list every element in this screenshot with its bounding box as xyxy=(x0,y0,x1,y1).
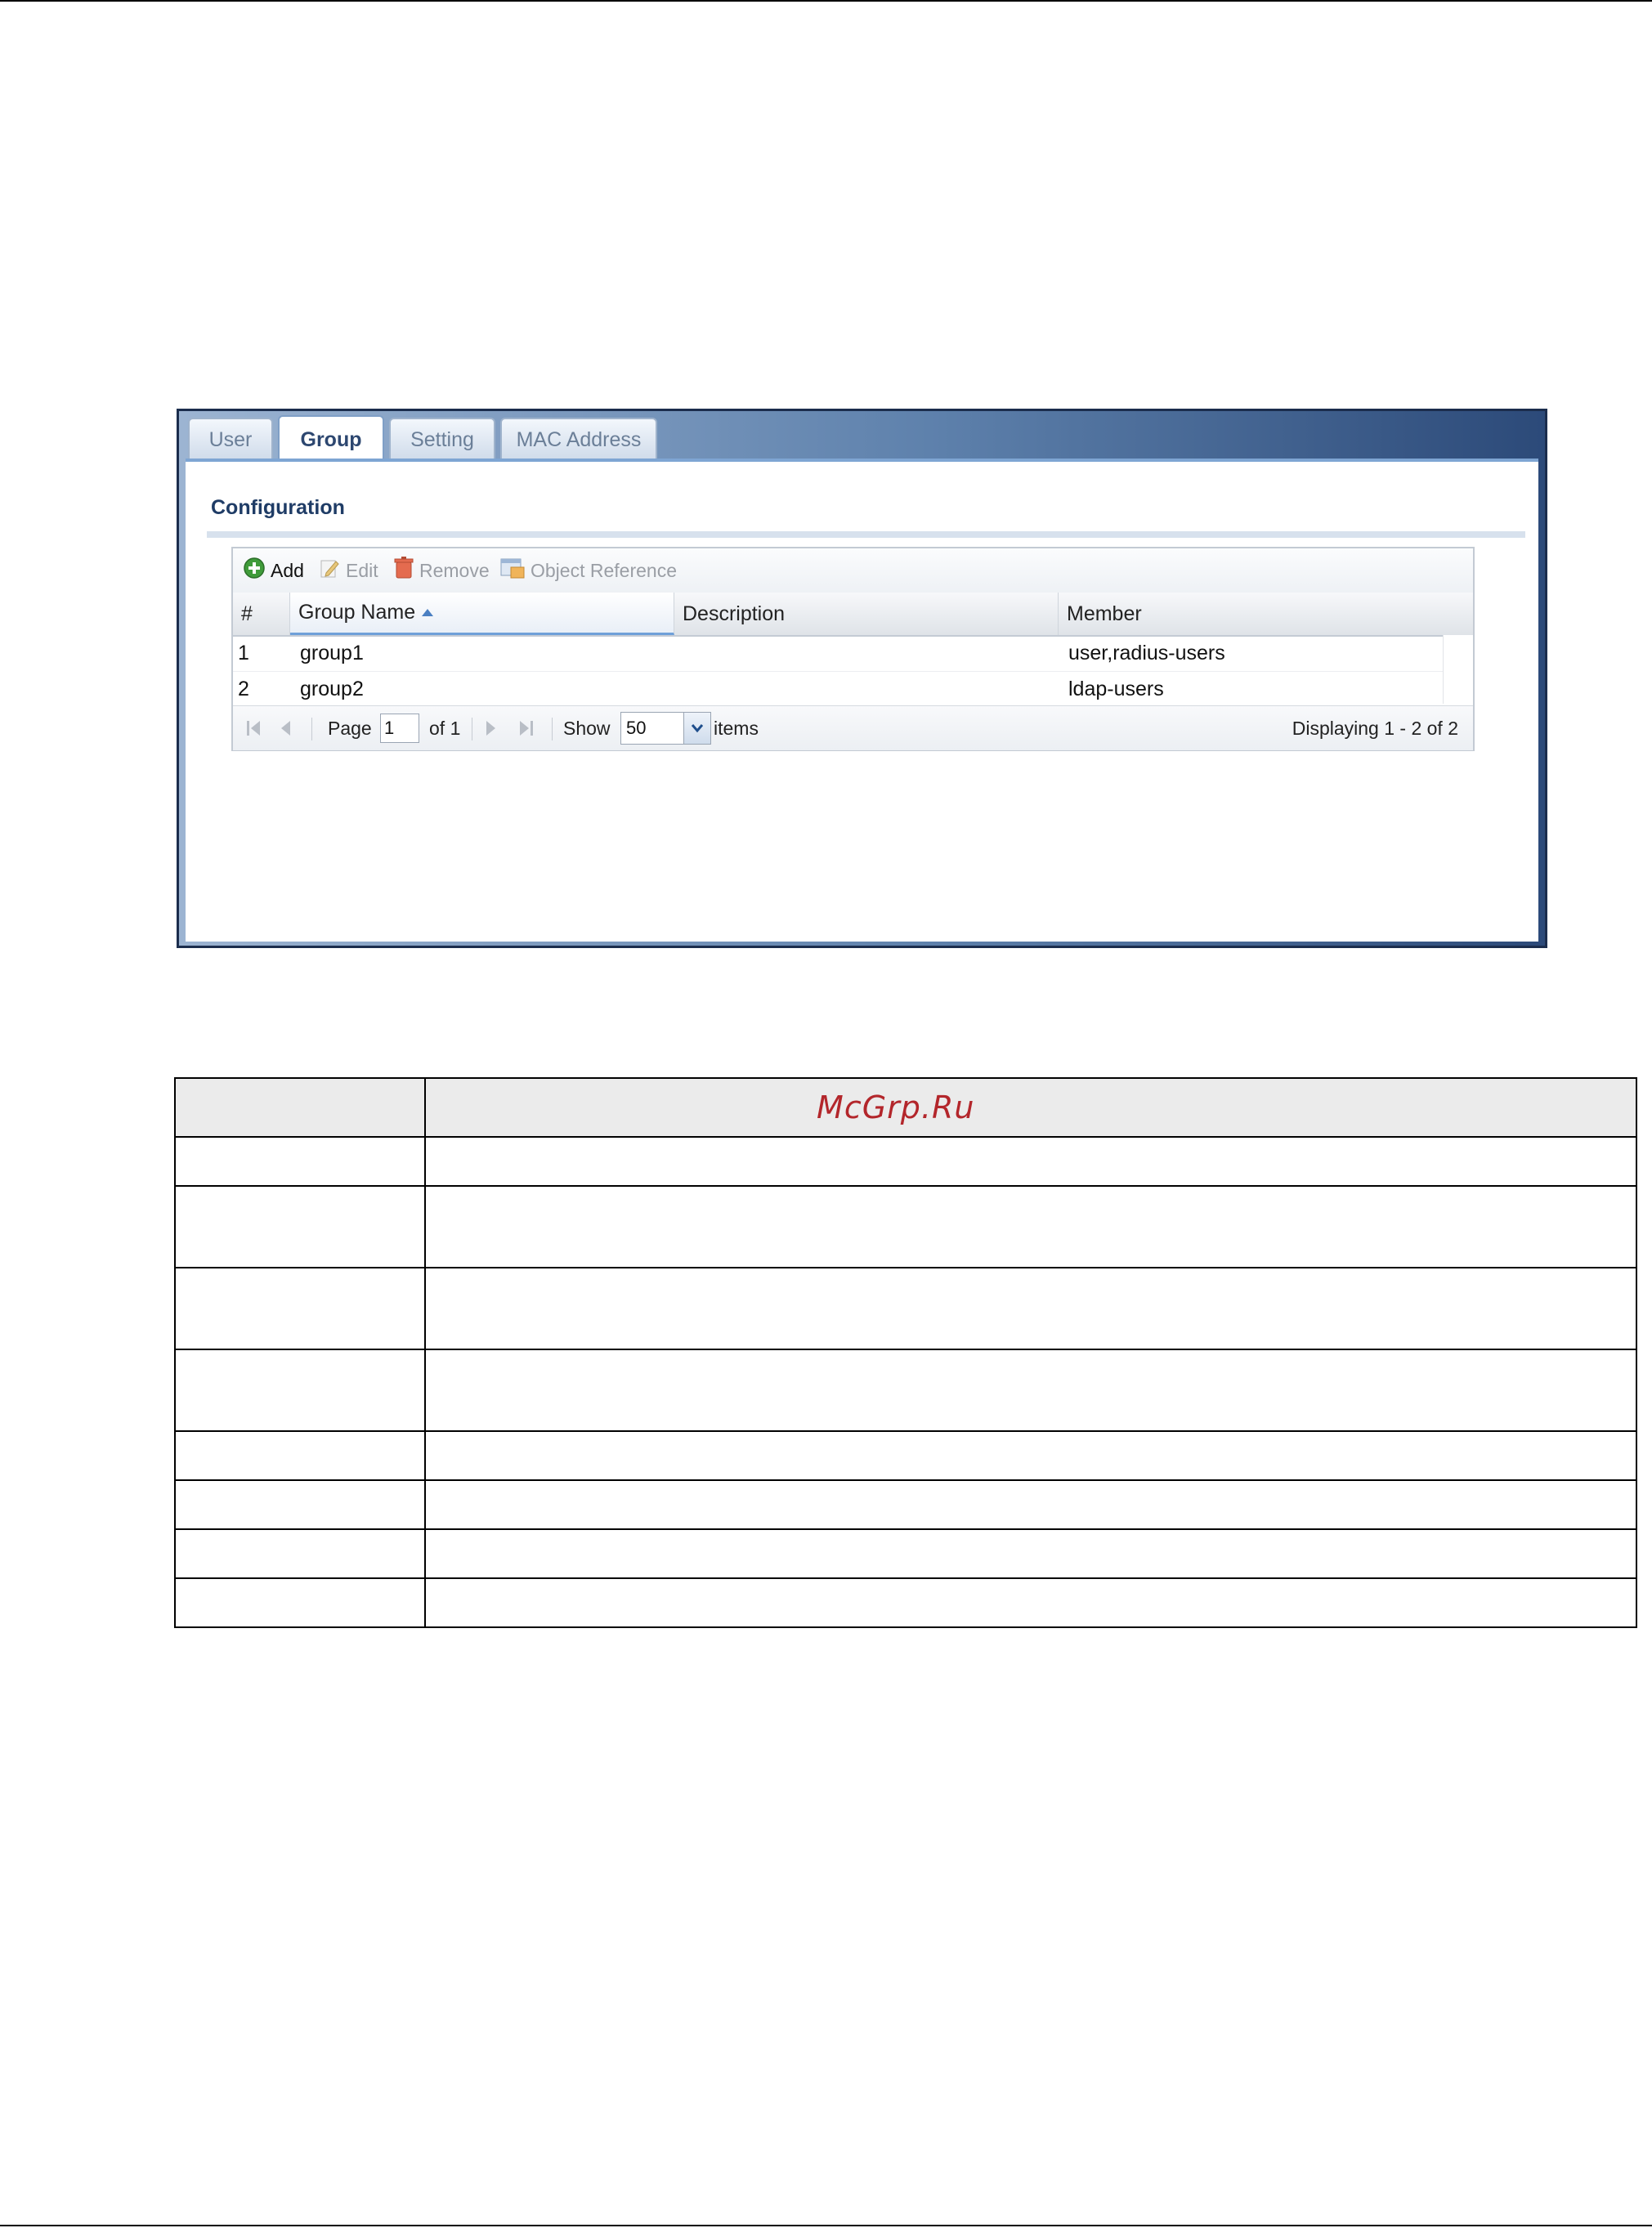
table-cell xyxy=(174,1267,426,1350)
table-cell xyxy=(174,1349,426,1432)
table-row xyxy=(174,1577,1638,1628)
column-header-description[interactable]: Description xyxy=(674,593,1059,635)
table-row[interactable]: 2 group2 ldap-users xyxy=(233,671,1444,708)
tab-group[interactable]: Group xyxy=(278,415,384,463)
pager-separator xyxy=(552,718,553,740)
table-cell xyxy=(174,1136,426,1187)
column-header-label: Group Name xyxy=(298,601,416,624)
edit-label: Edit xyxy=(346,559,378,581)
cell-group-name: group1 xyxy=(300,641,364,664)
edit-button[interactable]: Edit xyxy=(318,557,378,584)
cell-member: ldap-users xyxy=(1068,677,1164,700)
table-cell xyxy=(174,1577,426,1628)
table-cell xyxy=(423,1479,1638,1530)
last-page-button[interactable] xyxy=(517,706,535,750)
header-cell-label xyxy=(174,1077,426,1138)
show-label: Show xyxy=(563,717,611,739)
tab-user[interactable]: User xyxy=(188,418,273,460)
column-header-member[interactable]: Member xyxy=(1059,593,1473,635)
cell-group-name: group2 xyxy=(300,677,364,700)
table-cell xyxy=(423,1185,1638,1268)
pagination-bar: Page of 1 Show 50 xyxy=(233,705,1473,750)
column-header-label: Description xyxy=(683,602,786,625)
page-label: Page xyxy=(328,717,372,739)
object-reference-label: Object Reference xyxy=(531,559,677,581)
add-label: Add xyxy=(271,559,304,581)
tab-setting[interactable]: Setting xyxy=(389,418,495,460)
table-cell xyxy=(423,1528,1638,1579)
table-cell xyxy=(423,1136,1638,1187)
first-page-icon xyxy=(247,721,260,736)
table-cell xyxy=(423,1267,1638,1350)
page-count-label: of 1 xyxy=(429,717,461,739)
trash-icon xyxy=(393,557,414,584)
pager-separator xyxy=(311,718,312,740)
table-cell xyxy=(174,1185,426,1268)
table-cell xyxy=(174,1479,426,1530)
section-title: Configuration xyxy=(211,496,345,519)
chevron-down-icon xyxy=(691,724,704,733)
next-page-icon xyxy=(486,721,495,736)
bottom-rule xyxy=(0,2225,1652,2226)
cell-member: user,radius-users xyxy=(1068,641,1225,664)
table-cell xyxy=(423,1349,1638,1432)
table-row xyxy=(174,1528,1638,1579)
column-header-number[interactable]: # xyxy=(233,593,290,635)
object-reference-button[interactable]: Object Reference xyxy=(499,557,677,584)
section-divider xyxy=(207,531,1525,538)
tab-mac-address[interactable]: MAC Address xyxy=(500,418,657,460)
page-number-input[interactable] xyxy=(380,714,419,743)
page-size-dropdown-button[interactable] xyxy=(683,713,710,744)
table-row xyxy=(174,1267,1638,1350)
table-row xyxy=(174,1136,1638,1187)
group-screen: User Group Setting MAC Address Configura… xyxy=(177,409,1547,948)
page-size-value: 50 xyxy=(626,718,647,738)
previous-page-button[interactable] xyxy=(279,706,293,750)
table-header: # Group Name Description Member xyxy=(233,593,1473,637)
column-header-group-name[interactable]: Group Name xyxy=(290,593,674,635)
remove-label: Remove xyxy=(419,559,490,581)
add-button[interactable]: Add xyxy=(243,557,304,584)
page-field-wrap xyxy=(380,706,419,750)
last-page-icon xyxy=(520,721,533,736)
sort-ascending-icon xyxy=(422,609,434,616)
group-grid: Add Edit Remove Object Reference # Group… xyxy=(231,547,1475,751)
watermark-text: McGrp.Ru xyxy=(817,1089,975,1125)
table-row xyxy=(174,1479,1638,1530)
remove-button[interactable]: Remove xyxy=(393,557,490,584)
edit-icon xyxy=(318,557,341,584)
grid-toolbar: Add Edit Remove Object Reference xyxy=(233,548,1473,593)
table-row xyxy=(174,1430,1638,1481)
displaying-summary: Displaying 1 - 2 of 2 xyxy=(1292,717,1458,739)
content-panel: Configuration Add Edit Remove Object Ref… xyxy=(186,459,1538,942)
next-page-button[interactable] xyxy=(483,706,498,750)
previous-page-icon xyxy=(281,721,290,736)
table-cell xyxy=(174,1430,426,1481)
top-rule xyxy=(0,0,1652,2)
column-header-label: # xyxy=(241,602,253,625)
table-row xyxy=(174,1185,1638,1268)
add-icon xyxy=(243,557,266,584)
description-table: McGrp.Ru xyxy=(174,1077,1638,1628)
table-row xyxy=(174,1349,1638,1432)
cell-number: 1 xyxy=(238,641,249,664)
table-cell xyxy=(423,1430,1638,1481)
object-reference-icon xyxy=(499,557,526,584)
table-row[interactable]: 1 group1 user,radius-users xyxy=(233,635,1444,672)
table-cell xyxy=(423,1577,1638,1628)
table-cell xyxy=(174,1528,426,1579)
vertical-scrollbar[interactable] xyxy=(1443,635,1473,704)
items-label: items xyxy=(714,717,759,739)
table-header-row: McGrp.Ru xyxy=(174,1077,1638,1138)
column-header-label: Member xyxy=(1067,602,1142,625)
page-size-select[interactable]: 50 xyxy=(620,706,711,750)
cell-number: 2 xyxy=(238,677,249,700)
first-page-button[interactable] xyxy=(244,706,262,750)
header-cell-description: McGrp.Ru xyxy=(423,1077,1638,1138)
